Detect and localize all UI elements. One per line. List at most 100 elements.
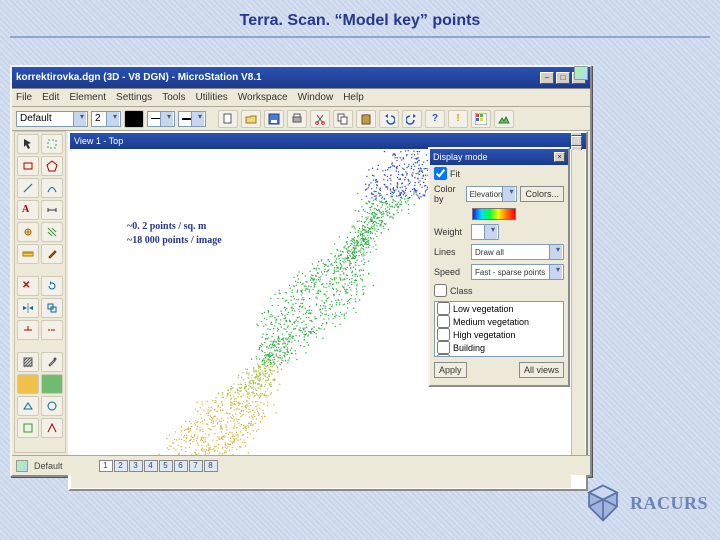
- rect-icon[interactable]: [17, 156, 39, 176]
- title-rule: [10, 36, 710, 38]
- spectrum-bar: [472, 208, 516, 220]
- status-layer: Default: [34, 461, 63, 471]
- vertical-scrollbar[interactable]: [571, 150, 585, 472]
- menu-element[interactable]: Element: [69, 92, 106, 103]
- color-chip[interactable]: [124, 110, 144, 128]
- hatch2-icon[interactable]: [17, 352, 39, 372]
- dim-icon[interactable]: [41, 200, 63, 220]
- window-title: korrektirovka.dgn (3D - V8 DGN) - MicroS…: [16, 72, 262, 83]
- info-icon[interactable]: !: [448, 110, 468, 128]
- rotate-icon[interactable]: [41, 276, 63, 296]
- view-group-selector[interactable]: 1 2 3 4 5 6 7 8: [99, 460, 218, 472]
- paste-icon[interactable]: [356, 110, 376, 128]
- trim-icon[interactable]: [17, 320, 39, 340]
- racurs-cube-icon: [582, 482, 624, 524]
- palette-icon[interactable]: [471, 110, 491, 128]
- toolbar-main: Default 2 ? !: [12, 107, 590, 131]
- save-icon[interactable]: [264, 110, 284, 128]
- delete-icon[interactable]: ✕: [17, 276, 39, 296]
- menu-utilities[interactable]: Utilities: [196, 92, 228, 103]
- level-dropdown[interactable]: 2: [91, 111, 121, 127]
- apply-button[interactable]: Apply: [434, 362, 467, 378]
- m1-icon[interactable]: [17, 396, 39, 416]
- polygon-icon[interactable]: [41, 156, 63, 176]
- layer-dropdown[interactable]: Default: [16, 111, 88, 127]
- app-window: korrektirovka.dgn (3D - V8 DGN) - MicroS…: [10, 65, 592, 477]
- racurs-text: RACURS: [630, 493, 708, 514]
- colorby-check[interactable]: [434, 167, 447, 180]
- m4-icon[interactable]: [41, 418, 63, 438]
- m3-icon[interactable]: [17, 418, 39, 438]
- panel-close-button[interactable]: ×: [554, 152, 565, 162]
- pattern-icon[interactable]: [41, 222, 63, 242]
- menu-workspace[interactable]: Workspace: [238, 92, 288, 103]
- m2-icon[interactable]: [41, 396, 63, 416]
- view-window: View 1 - Top – □ × ~0. 2 points / sq. m …: [68, 131, 588, 491]
- extend-icon[interactable]: [41, 320, 63, 340]
- menu-edit[interactable]: Edit: [42, 92, 59, 103]
- tool-palette: A ✕: [14, 131, 66, 453]
- color1-icon[interactable]: [17, 374, 39, 394]
- new-icon[interactable]: [218, 110, 238, 128]
- line-icon[interactable]: [17, 178, 39, 198]
- annot-line-2: ~18 000 points / image: [127, 234, 222, 248]
- help-icon[interactable]: ?: [425, 110, 445, 128]
- menu-window[interactable]: Window: [298, 92, 334, 103]
- colors-button[interactable]: Colors...: [520, 186, 564, 202]
- minimize-button[interactable]: –: [540, 72, 554, 84]
- all-views-button[interactable]: All views: [519, 362, 564, 378]
- menu-file[interactable]: File: [16, 92, 32, 103]
- dropper-icon[interactable]: [41, 352, 63, 372]
- print-icon[interactable]: [287, 110, 307, 128]
- view-title: View 1 - Top: [74, 136, 123, 146]
- display-mode-panel: Display mode × Fit Color by Elevation Co…: [428, 147, 570, 387]
- open-icon[interactable]: [241, 110, 261, 128]
- copy-icon[interactable]: [333, 110, 353, 128]
- panel-title: Display mode ×: [430, 149, 568, 165]
- app-icon: [574, 66, 588, 80]
- style-dropdown[interactable]: [147, 111, 175, 127]
- redo-icon[interactable]: [402, 110, 422, 128]
- main-area: A ✕ View 1 - Top: [12, 131, 590, 453]
- weight-dropdown[interactable]: [178, 111, 206, 127]
- class-check[interactable]: [434, 284, 447, 297]
- cut-icon[interactable]: [310, 110, 330, 128]
- menu-help[interactable]: Help: [343, 92, 364, 103]
- menu-settings[interactable]: Settings: [116, 92, 152, 103]
- cby-label: Color by: [434, 184, 463, 204]
- class-label: Class: [450, 286, 484, 296]
- undo-icon[interactable]: [379, 110, 399, 128]
- cell-icon[interactable]: [17, 222, 39, 242]
- speed-dd[interactable]: Fast - sparse points: [471, 264, 564, 280]
- measure-icon[interactable]: [17, 244, 39, 264]
- lines-label: Lines: [434, 247, 468, 257]
- menu-tools[interactable]: Tools: [162, 92, 185, 103]
- annot-line-1: ~0. 2 points / sq. m: [127, 220, 222, 234]
- mirror-icon[interactable]: [17, 298, 39, 318]
- slide-title: Terra. Scan. “Model key” points: [0, 0, 720, 36]
- maximize-button[interactable]: □: [556, 72, 570, 84]
- view-max-button[interactable]: □: [571, 136, 582, 146]
- titlebar: korrektirovka.dgn (3D - V8 DGN) - MicroS…: [12, 67, 590, 89]
- color2-icon[interactable]: [41, 374, 63, 394]
- status-icon: [16, 460, 28, 472]
- weight-dd[interactable]: [471, 224, 499, 240]
- arc-icon[interactable]: [41, 178, 63, 198]
- lines-dd[interactable]: Draw all: [471, 244, 564, 260]
- horizontal-scrollbar[interactable]: [71, 474, 571, 488]
- copy2-icon[interactable]: [41, 298, 63, 318]
- statusbar: Default 1 2 3 4 5 6 7 8: [12, 455, 590, 475]
- modify-icon[interactable]: [41, 244, 63, 264]
- colorby-dropdown[interactable]: Elevation: [466, 186, 518, 202]
- menubar: File Edit Element Settings Tools Utiliti…: [12, 89, 590, 107]
- fence-icon[interactable]: [41, 134, 63, 154]
- speed-label: Speed: [434, 267, 468, 277]
- pointer-icon[interactable]: [17, 134, 39, 154]
- footer-logo: RACURS: [582, 482, 708, 524]
- class-list[interactable]: Low vegetation Medium vegetation High ve…: [434, 301, 564, 357]
- terrview-icon[interactable]: [494, 110, 514, 128]
- colorby-label: Fit: [450, 169, 484, 179]
- text-icon[interactable]: A: [17, 200, 39, 220]
- annotation: ~0. 2 points / sq. m ~18 000 points / im…: [127, 220, 222, 248]
- weight-label: Weight: [434, 227, 468, 237]
